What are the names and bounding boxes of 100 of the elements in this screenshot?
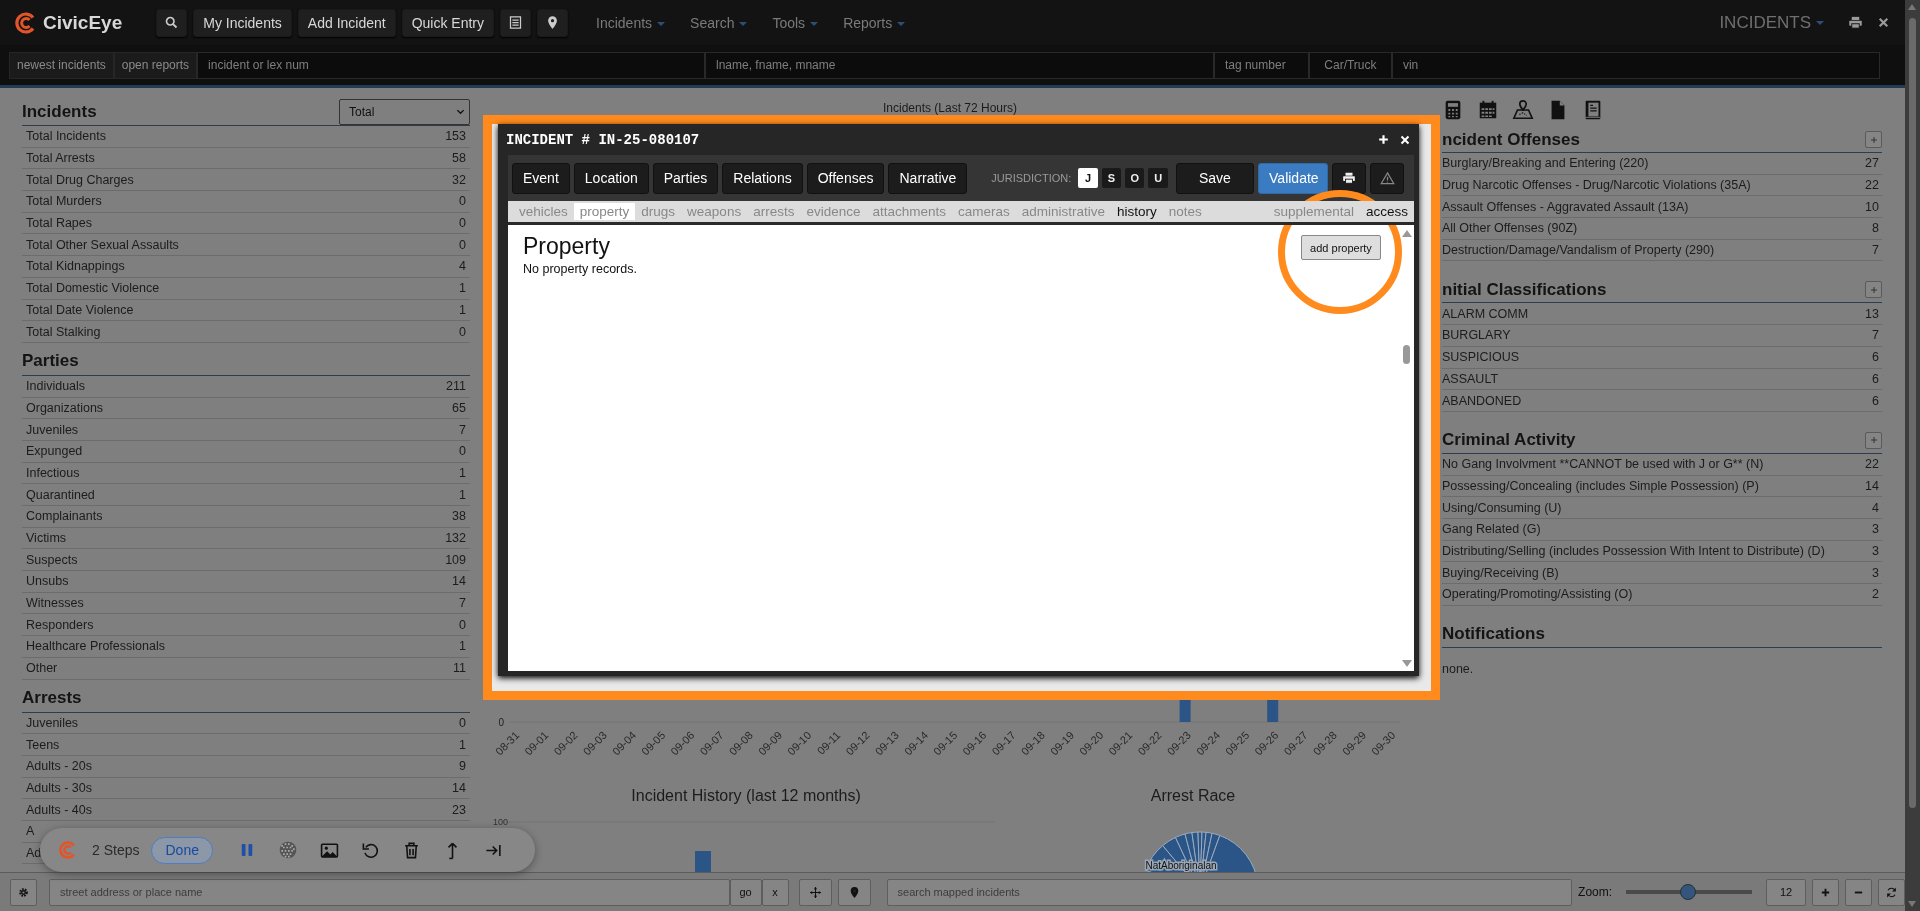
filter-dropdown[interactable]: Total xyxy=(339,98,470,125)
stat-label: BURGLARY xyxy=(1442,328,1511,343)
map-icon xyxy=(1512,99,1534,121)
nav-button[interactable]: Add Incident xyxy=(297,8,396,37)
tab[interactable]: notes xyxy=(1162,203,1208,220)
tab[interactable]: property xyxy=(573,203,636,220)
search-field[interactable]: incident or lex num xyxy=(197,51,705,79)
print-button[interactable] xyxy=(1332,162,1366,194)
jurisdiction-toggle[interactable]: O xyxy=(1125,168,1145,188)
section-button[interactable]: Offenses xyxy=(806,162,885,194)
tab[interactable]: weapons xyxy=(681,203,748,220)
chart-title: Incidents (Last 72 Hours) xyxy=(882,101,1018,115)
tab[interactable]: attachments xyxy=(866,203,952,220)
settings-button[interactable] xyxy=(10,878,37,906)
section-title: Criminal Activity xyxy=(1442,430,1576,451)
stat-count: 9 xyxy=(459,759,466,774)
locate-button[interactable] xyxy=(798,878,832,906)
zoom-field[interactable]: 12 xyxy=(1766,878,1806,906)
stat-count: 3 xyxy=(1872,543,1879,558)
map-button[interactable] xyxy=(537,8,569,37)
nav-button[interactable]: My Incidents xyxy=(193,8,292,37)
tab[interactable]: cameras xyxy=(952,203,1016,220)
tab[interactable]: arrests xyxy=(747,203,801,220)
zoom-in-button[interactable] xyxy=(1812,878,1839,906)
filter-button[interactable]: newest incidents xyxy=(9,51,114,79)
search-field[interactable]: tag number xyxy=(1213,51,1309,79)
stat-label: Ad xyxy=(26,845,42,860)
menu-link[interactable]: Incidents xyxy=(596,14,666,31)
address-field[interactable]: street address or place name xyxy=(49,878,730,906)
logo-icon xyxy=(58,840,78,860)
map-pin-button[interactable] xyxy=(837,878,871,906)
section-title: Notifications xyxy=(1442,624,1545,645)
refresh-button[interactable] xyxy=(1878,878,1905,906)
plus-icon xyxy=(1377,133,1390,146)
clear-button[interactable]: x xyxy=(761,878,789,906)
caret-icon xyxy=(897,21,906,26)
warning-button[interactable] xyxy=(1370,162,1404,194)
stat-label: Complainants xyxy=(26,509,103,524)
stat-count: 0 xyxy=(459,324,466,339)
print-button[interactable] xyxy=(1848,15,1863,30)
validate-button[interactable]: Validate xyxy=(1258,162,1329,194)
stat-count: 153 xyxy=(445,129,466,144)
slider-thumb[interactable] xyxy=(1679,884,1696,900)
section-button[interactable]: Location xyxy=(573,162,649,194)
tab[interactable]: evidence xyxy=(800,203,867,220)
section-title: ncident Offenses xyxy=(1442,129,1580,150)
tab[interactable]: access xyxy=(1359,203,1414,220)
stat-count: 211 xyxy=(446,379,466,394)
jurisdiction-toggle[interactable]: U xyxy=(1148,168,1168,188)
add-property-button[interactable]: add property xyxy=(1301,235,1381,260)
section-button[interactable]: Narrative xyxy=(888,162,968,194)
stat-label: ASSAULT xyxy=(1442,371,1499,386)
plus-icon xyxy=(1820,886,1831,898)
stat-label: Total Other Sexual Assaults xyxy=(26,237,179,252)
section-button[interactable]: Relations xyxy=(722,162,803,194)
stat-label: Other xyxy=(26,661,58,676)
search-button[interactable] xyxy=(156,8,188,37)
nav-button[interactable]: Quick Entry xyxy=(401,8,495,37)
stat-label: Using/Consuming (U) xyxy=(1442,500,1562,515)
stat-count: 0 xyxy=(459,715,466,730)
save-button[interactable]: Save xyxy=(1175,162,1255,194)
search-field[interactable]: lname, fname, mname xyxy=(705,51,1214,79)
stat-count: 3 xyxy=(1872,565,1879,580)
tab[interactable]: history xyxy=(1111,203,1163,220)
tab[interactable]: supplemental xyxy=(1267,203,1360,220)
stat-count: 22 xyxy=(1865,178,1879,193)
tab[interactable]: administrative xyxy=(1015,203,1112,220)
stat-label: SUSPICIOUS xyxy=(1442,350,1520,365)
jurisdiction-toggle[interactable]: S xyxy=(1101,168,1122,188)
tab[interactable]: drugs xyxy=(635,203,682,220)
stat-count: 38 xyxy=(452,509,466,524)
menu-link[interactable]: Search xyxy=(690,14,748,31)
stat-count: 1 xyxy=(459,281,466,296)
stat-label: Suspects xyxy=(26,552,78,567)
step-count: 2 Steps xyxy=(92,842,140,858)
stat-count: 109 xyxy=(445,552,466,567)
section-button[interactable]: Event xyxy=(512,162,570,194)
search-field[interactable]: Car/Truck xyxy=(1308,51,1392,79)
search-field[interactable]: vin xyxy=(1391,51,1880,79)
stat-label: Burglary/Breaking and Entering (220) xyxy=(1442,156,1649,171)
filter-button[interactable]: open reports xyxy=(113,51,198,79)
close-button[interactable] xyxy=(1877,16,1890,29)
stat-label: Total Stalking xyxy=(26,324,101,339)
menu-link[interactable]: Reports xyxy=(843,14,906,31)
list-icon xyxy=(508,15,524,30)
go-button[interactable]: go xyxy=(729,878,762,906)
caret-icon xyxy=(1816,21,1824,25)
list-button[interactable] xyxy=(500,8,532,37)
stat-label: Individuals xyxy=(26,379,86,394)
map-search-field[interactable]: search mapped incidents xyxy=(886,878,1573,906)
menu-link[interactable]: Tools xyxy=(772,14,819,31)
stat-label: Healthcare Professionals xyxy=(26,639,165,654)
module-menu[interactable]: INCIDENTS xyxy=(1719,12,1824,33)
section-button[interactable]: Parties xyxy=(652,162,719,194)
stat-label: Witnesses xyxy=(26,596,84,611)
stat-label: Possessing/Concealing (includes Simple Possession) (P) xyxy=(1442,478,1759,493)
stat-label: Operating/Promoting/Assisting (O) xyxy=(1442,587,1633,602)
done-button[interactable]: Done xyxy=(151,836,213,864)
jurisdiction-toggle[interactable]: J xyxy=(1078,168,1098,188)
tab[interactable]: vehicles xyxy=(513,203,574,220)
